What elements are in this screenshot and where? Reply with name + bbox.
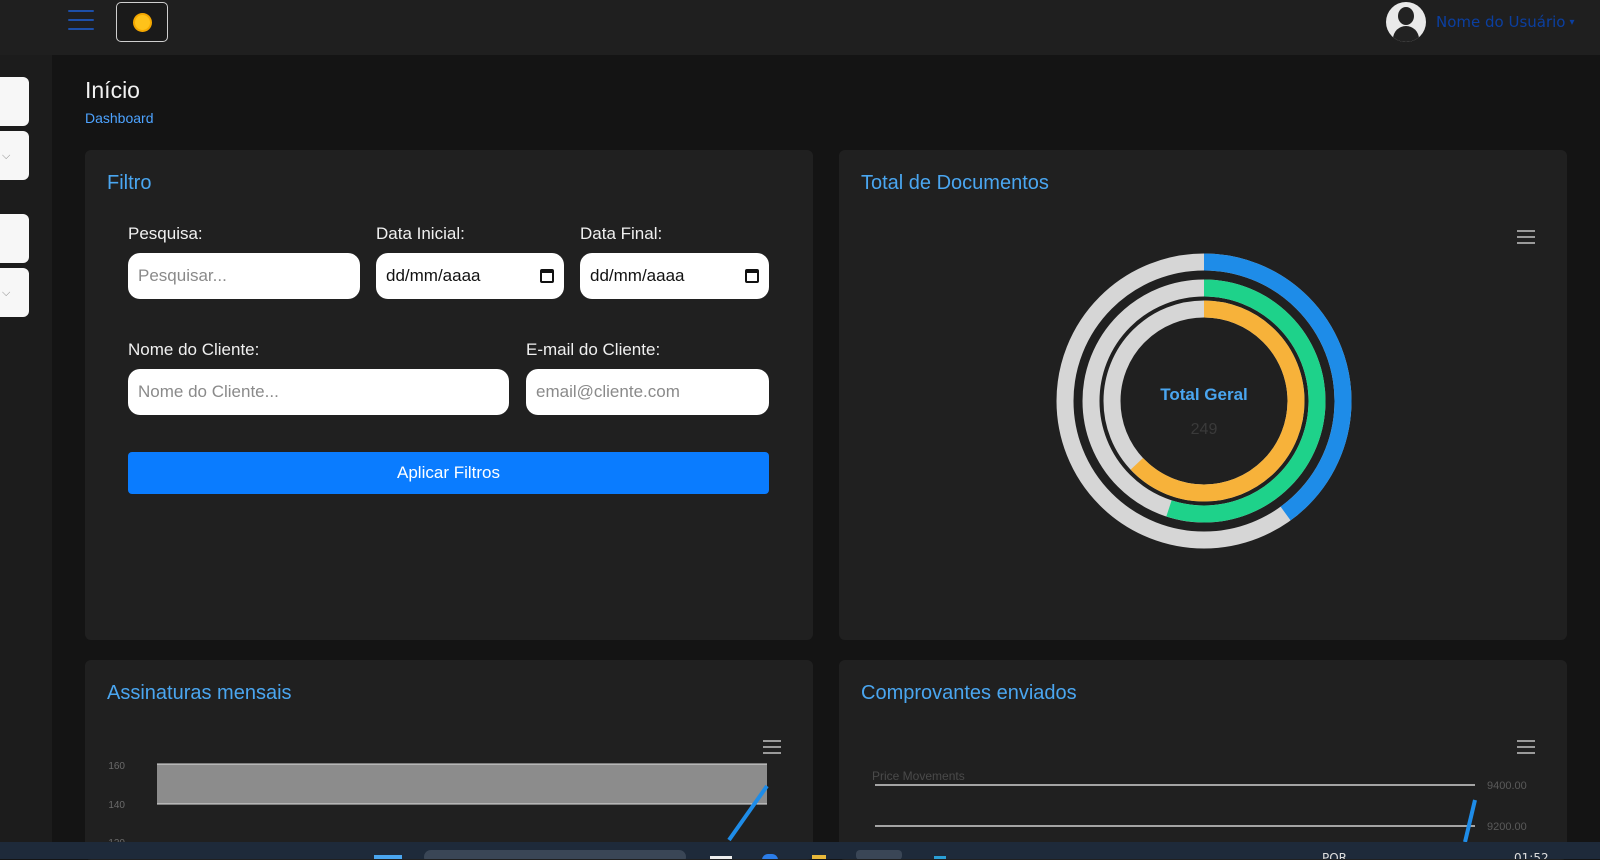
taskbar-search-box[interactable] [424,850,686,859]
sun-icon [134,14,150,30]
windows-start-icon[interactable] [374,855,402,859]
y-tick: 9400.00 [1487,780,1527,792]
signatures-card: Assinaturas mensais 160 140 120 [85,660,813,860]
start-date-field[interactable]: dd/mm/aaaa [376,253,564,299]
start-date-label: Data Inicial: [376,224,465,243]
receipts-chart: Price Movements 9400.00 9200.00 [872,769,1527,843]
edge-icon[interactable] [762,854,778,859]
start-date-value: dd/mm/aaaa [386,266,481,285]
language-indicator[interactable]: POR [1322,851,1347,859]
taskbar-active-app[interactable] [856,850,902,859]
chevron-down-icon: ⌵ [2,148,11,162]
receipts-card: Comprovantes enviados Price Movements 94… [839,660,1567,860]
y-tick: 9200.00 [1487,821,1527,833]
end-date-value: dd/mm/aaaa [590,266,685,285]
y-tick: 160 [108,761,125,772]
apply-filters-button[interactable]: Aplicar Filtros [128,452,769,494]
series-line [1463,799,1477,843]
calendar-icon[interactable] [745,269,759,283]
search-input[interactable] [128,253,360,299]
sidebar: ⌵ ⌵ [0,55,52,842]
radial-chart: Total Geral 249 [1056,253,1352,549]
breadcrumb[interactable]: Dashboard [85,110,154,126]
user-menu[interactable]: Nome do Usuário ▾ [1386,2,1575,42]
sidebar-item-3[interactable] [0,214,29,263]
client-email-label: E-mail do Cliente: [526,340,661,359]
sidebar-item-1[interactable] [0,77,29,126]
sidebar-item-2[interactable]: ⌵ [0,131,29,180]
client-name-label: Nome do Cliente: [128,340,260,359]
filter-title: Filtro [107,172,152,194]
client-name-input[interactable] [128,369,509,415]
top-navbar: Nome do Usuário ▾ [0,0,1600,55]
hamburger-icon[interactable] [68,10,94,32]
clock[interactable]: 01:52 [1514,851,1549,859]
filter-card: Filtro Pesquisa: Data Inicial: dd/mm/aaa… [85,150,813,640]
theme-toggle-button[interactable] [116,2,168,42]
search-label: Pesquisa: [128,224,203,243]
chevron-down-icon: ⌵ [2,285,11,299]
center-value: 249 [1191,421,1218,438]
documents-card: Total de Documentos Total Geral 249 [839,150,1567,640]
folder-icon[interactable] [812,855,826,859]
band-area [157,764,767,804]
end-date-label: Data Final: [580,224,663,243]
os-taskbar: POR 01:52 [0,842,1600,859]
user-name[interactable]: Nome do Usuário [1436,13,1565,31]
client-email-input[interactable] [526,369,769,415]
page-title: Início [85,77,140,103]
avatar [1386,2,1426,42]
signatures-chart: 160 140 120 [108,761,769,849]
center-label: Total Geral [1160,385,1248,404]
chevron-down-icon: ▾ [1569,16,1575,28]
calendar-icon[interactable] [540,269,554,283]
end-date-field[interactable]: dd/mm/aaaa [580,253,769,299]
chart-title: Price Movements [872,769,965,783]
sidebar-item-4[interactable]: ⌵ [0,268,29,317]
y-tick: 140 [108,800,125,811]
